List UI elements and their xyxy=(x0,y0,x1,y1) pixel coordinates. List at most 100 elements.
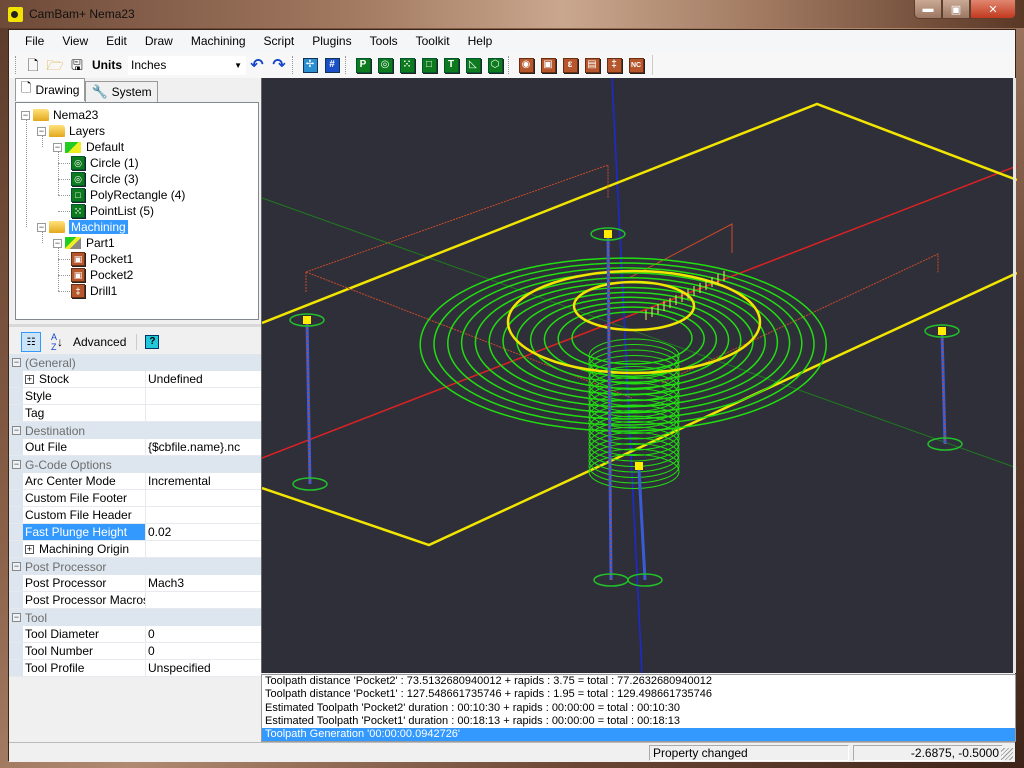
polyline-button[interactable]: P xyxy=(353,55,373,75)
property-name[interactable]: Tool Diameter xyxy=(23,626,146,642)
property-row[interactable]: Tool Number 0 xyxy=(9,643,261,660)
property-category[interactable]: − (General) xyxy=(9,354,261,371)
property-row[interactable]: Post Processor Macros xyxy=(9,592,261,609)
viewport-scrollbar[interactable] xyxy=(1013,78,1016,673)
new-file-button[interactable]: 🗋 xyxy=(23,55,43,75)
property-value[interactable]: {$cbfile.name}.nc xyxy=(146,439,261,455)
property-category[interactable]: − Post Processor xyxy=(9,558,261,575)
log-line-selected[interactable]: Toolpath Generation '00:00:00.0942726' xyxy=(262,728,1015,742)
help-icon[interactable]: ? xyxy=(145,335,160,349)
property-name[interactable]: Tool Profile xyxy=(23,660,146,676)
tree-node-shape[interactable]: ◎ Circle (1) xyxy=(71,155,139,171)
property-row[interactable]: Style xyxy=(9,388,261,405)
property-value[interactable]: 0.02 xyxy=(146,524,261,540)
minimize-button[interactable]: ▬ xyxy=(914,0,942,19)
toolbar-grip[interactable] xyxy=(345,56,348,74)
expand-icon[interactable]: + xyxy=(25,544,34,554)
property-row[interactable]: + Machining Origin xyxy=(9,541,261,558)
tree-node-layer-default[interactable]: − Default xyxy=(53,139,124,155)
collapse-icon[interactable]: − xyxy=(37,222,46,232)
tree-node-layers[interactable]: − Layers xyxy=(37,123,105,139)
property-name[interactable]: Post Processor xyxy=(23,575,146,591)
expand-icon[interactable]: + xyxy=(25,374,34,384)
snap-button[interactable]: ✢ xyxy=(300,55,320,75)
property-name[interactable]: Style xyxy=(23,388,146,404)
property-row[interactable]: Tool Profile Unspecified xyxy=(9,660,261,677)
property-name[interactable]: Tag xyxy=(23,405,146,421)
drill-op-button[interactable]: ‡ xyxy=(604,55,624,75)
property-value[interactable] xyxy=(146,507,261,523)
property-value[interactable]: Incremental xyxy=(146,473,261,489)
property-value[interactable]: Undefined xyxy=(146,371,261,387)
property-value[interactable]: 0 xyxy=(146,626,261,642)
toolbar-grip[interactable] xyxy=(292,56,295,74)
property-value[interactable] xyxy=(146,592,261,608)
tree-node-shape[interactable]: □ PolyRectangle (4) xyxy=(71,187,185,203)
property-row[interactable]: Out File {$cbfile.name}.nc xyxy=(9,439,261,456)
scene-canvas[interactable] xyxy=(262,78,1017,673)
text-button[interactable]: T xyxy=(441,55,461,75)
categorized-button[interactable]: ☷ xyxy=(21,332,41,352)
circle-button[interactable]: ◎ xyxy=(375,55,395,75)
property-name[interactable]: + Stock xyxy=(23,371,146,387)
collapse-icon[interactable]: − xyxy=(12,460,21,469)
tree-node-part[interactable]: − Part1 xyxy=(53,235,115,251)
property-value[interactable]: 0 xyxy=(146,643,261,659)
log-line[interactable]: Toolpath distance 'Pocket2' : 73.5132680… xyxy=(262,675,1015,688)
save-button[interactable]: 🖫 xyxy=(67,55,87,75)
property-value[interactable]: Unspecified xyxy=(146,660,261,676)
panel-splitter[interactable] xyxy=(9,324,261,327)
maximize-button[interactable]: ▣ xyxy=(942,0,970,19)
menu-view[interactable]: View xyxy=(53,30,97,52)
redo-button[interactable]: ↷ xyxy=(269,55,289,75)
collapse-icon[interactable]: − xyxy=(21,110,30,120)
profile-op-button[interactable]: ◉ xyxy=(516,55,536,75)
tab-drawing[interactable]: 🗋 Drawing xyxy=(15,78,86,101)
property-name[interactable]: Tool Number xyxy=(23,643,146,659)
points-button[interactable]: ⁙ xyxy=(397,55,417,75)
log-line[interactable]: Toolpath distance 'Pocket1' : 127.548661… xyxy=(262,688,1015,701)
collapse-icon[interactable]: − xyxy=(12,358,21,367)
engrave-op-button[interactable]: ε xyxy=(560,55,580,75)
menu-edit[interactable]: Edit xyxy=(97,30,136,52)
menu-machining[interactable]: Machining xyxy=(182,30,255,52)
tree-node-operation[interactable]: ▣ Pocket1 xyxy=(71,251,133,267)
tree-node-root[interactable]: − Nema23 xyxy=(21,107,98,123)
property-row[interactable]: Arc Center Mode Incremental xyxy=(9,473,261,490)
menu-script[interactable]: Script xyxy=(255,30,304,52)
property-row[interactable]: Tool Diameter 0 xyxy=(9,626,261,643)
menu-draw[interactable]: Draw xyxy=(136,30,182,52)
property-value[interactable] xyxy=(146,490,261,506)
collapse-icon[interactable]: − xyxy=(12,426,21,435)
undo-button[interactable]: ↶ xyxy=(247,55,267,75)
property-row[interactable]: Post Processor Mach3 xyxy=(9,575,261,592)
3d-surface-button[interactable]: ⬡ xyxy=(485,55,505,75)
menu-tools[interactable]: Tools xyxy=(361,30,407,52)
toolbar-grip[interactable] xyxy=(15,56,18,74)
collapse-icon[interactable]: − xyxy=(12,562,21,571)
tab-system[interactable]: 🔧 System xyxy=(85,81,158,102)
resize-grip[interactable] xyxy=(1001,748,1013,760)
tree-node-shape[interactable]: ⁙ PointList (5) xyxy=(71,203,154,219)
3d-viewport[interactable] xyxy=(261,78,1017,673)
property-name[interactable]: Custom File Header xyxy=(23,507,146,523)
collapse-icon[interactable]: − xyxy=(12,613,21,622)
rectangle-button[interactable]: □ xyxy=(419,55,439,75)
property-value[interactable]: Mach3 xyxy=(146,575,261,591)
title-bar[interactable]: CamBam+ Nema23 ▬ ▣ ✕ xyxy=(0,0,1024,28)
menu-file[interactable]: File xyxy=(16,30,53,52)
property-name[interactable]: Arc Center Mode xyxy=(23,473,146,489)
pocket-op-button[interactable]: ▣ xyxy=(538,55,558,75)
property-name[interactable]: Fast Plunge Height xyxy=(23,524,146,540)
collapse-icon[interactable]: − xyxy=(37,126,46,136)
property-category[interactable]: − Destination xyxy=(9,422,261,439)
open-file-button[interactable]: 🗁 xyxy=(45,55,65,75)
property-category[interactable]: − G-Code Options xyxy=(9,456,261,473)
property-row[interactable]: Fast Plunge Height 0.02 xyxy=(9,524,261,541)
menu-plugins[interactable]: Plugins xyxy=(303,30,360,52)
nc-file-button[interactable]: NC xyxy=(626,55,646,75)
toolbar-grip[interactable] xyxy=(508,56,511,74)
log-line[interactable]: Estimated Toolpath 'Pocket1' duration : … xyxy=(262,715,1015,728)
3d-profile-op-button[interactable]: ▤ xyxy=(582,55,602,75)
property-row[interactable]: Custom File Header xyxy=(9,507,261,524)
